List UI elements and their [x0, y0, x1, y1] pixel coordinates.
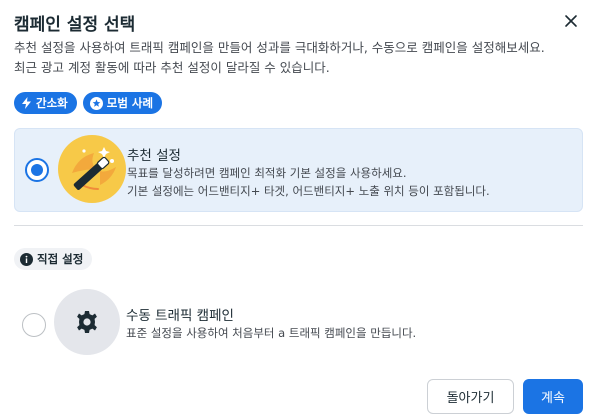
badge-label: 간소화 [36, 96, 68, 110]
manual-radio[interactable] [22, 313, 46, 337]
continue-button[interactable]: 계속 [523, 379, 583, 414]
recommended-radio[interactable] [25, 158, 49, 182]
magic-wand-icon [58, 135, 126, 203]
gear-icon [77, 311, 97, 333]
manual-description: 표준 설정을 사용하여 처음부터 a 트래픽 캠페인을 만듭니다. [126, 326, 417, 340]
close-button[interactable] [560, 10, 582, 32]
close-icon [565, 15, 577, 27]
recommended-option-card[interactable]: 추천 설정 목표를 달성하려면 캠페인 최적화 기본 설정을 사용하세요. 기본… [14, 128, 583, 212]
badge-group: 간소화 모범 사례 [14, 92, 163, 114]
manual-pill-label: 직접 설정 [37, 252, 84, 266]
recommended-description-line2: 기본 설정에는 어드밴티지+ 타겟, 어드밴티지+ 노출 위치 등이 포함됩니다… [127, 184, 490, 198]
badge-label: 모범 사례 [106, 96, 154, 110]
star-icon [89, 96, 103, 110]
dialog-title: 캠페인 설정 선택 [14, 15, 136, 35]
recommended-description: 목표를 달성하려면 캠페인 최적화 기본 설정을 사용하세요. 기본 설정에는 … [127, 164, 577, 200]
badge-best-practice: 모범 사례 [82, 92, 163, 114]
recommended-description-line1: 목표를 달성하려면 캠페인 최적화 기본 설정을 사용하세요. [127, 166, 407, 180]
lightning-icon [22, 97, 31, 109]
back-button[interactable]: 돌아가기 [427, 379, 514, 414]
section-divider [14, 225, 583, 226]
dialog-description: 추천 설정을 사용하여 트래픽 캠페인을 만들어 성과를 극대화하거나, 수동으… [14, 40, 545, 75]
recommended-title: 추천 설정 [127, 148, 181, 164]
radio-selected-dot [31, 164, 43, 176]
info-icon [20, 252, 33, 266]
badge-simplified: 간소화 [14, 92, 77, 114]
manual-illustration [54, 289, 120, 355]
campaign-setup-dialog: 캠페인 설정 선택 추천 설정을 사용하여 트래픽 캠페인을 만들어 성과를 극… [0, 0, 599, 420]
manual-title: 수동 트래픽 캠페인 [126, 308, 234, 324]
manual-setup-pill: 직접 설정 [14, 248, 93, 270]
